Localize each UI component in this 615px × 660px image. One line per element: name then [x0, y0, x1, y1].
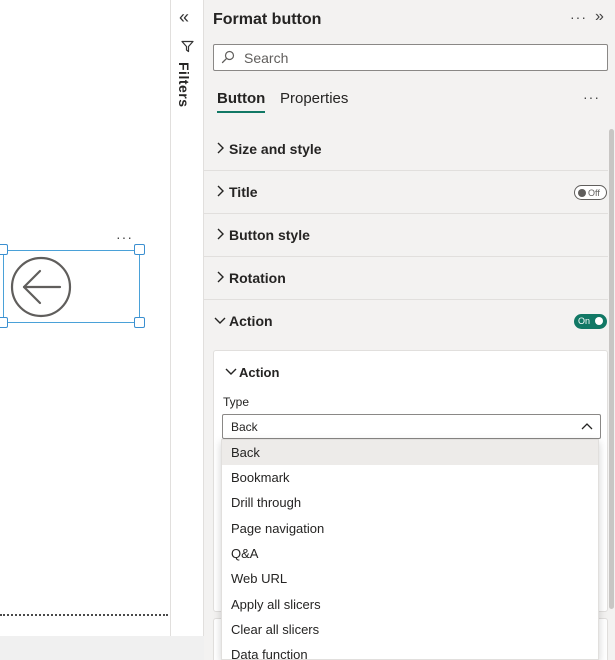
filters-label[interactable]: Filters	[176, 62, 192, 108]
section-title[interactable]: Title Off	[204, 171, 608, 214]
scrollbar[interactable]	[608, 125, 615, 660]
section-label: Size and style	[229, 141, 322, 157]
section-action[interactable]: Action On	[204, 300, 608, 343]
resize-handle-bottom-left[interactable]	[0, 317, 8, 328]
format-pane-more-options[interactable]: ···	[570, 9, 587, 25]
double-chevron-left-icon[interactable]: «	[179, 8, 189, 26]
section-label: Title	[229, 184, 258, 200]
option-qa[interactable]: Q&A	[222, 541, 598, 566]
chevron-right-icon	[217, 185, 224, 197]
option-data-function[interactable]: Data function	[222, 642, 598, 659]
option-back[interactable]: Back	[222, 440, 598, 465]
search-icon	[221, 50, 235, 64]
search-input[interactable]	[213, 44, 608, 71]
resize-handle-bottom-right[interactable]	[134, 317, 145, 328]
section-label: Action	[229, 313, 273, 329]
canvas-page-boundary	[0, 614, 168, 616]
format-pane-title: Format button	[213, 11, 322, 28]
resize-handle-top-left[interactable]	[0, 244, 8, 255]
toggle-text: On	[578, 316, 591, 326]
report-canvas[interactable]: ···	[0, 0, 170, 636]
type-label: Type	[223, 395, 250, 409]
chevron-right-icon	[217, 228, 224, 240]
type-options-list: Back Bookmark Drill through Page navigat…	[221, 439, 599, 660]
toggle-knob	[578, 189, 586, 197]
option-apply-all-slicers[interactable]: Apply all slicers	[222, 592, 598, 617]
toggle-knob	[595, 317, 603, 325]
action-card-title[interactable]: Action	[239, 365, 279, 380]
double-chevron-right-icon[interactable]: »	[595, 8, 604, 26]
option-page-navigation[interactable]: Page navigation	[222, 516, 598, 541]
title-toggle[interactable]: Off	[574, 185, 607, 200]
chevron-down-icon	[214, 317, 226, 324]
section-button-style[interactable]: Button style	[204, 214, 608, 257]
option-clear-all-slicers[interactable]: Clear all slicers	[222, 617, 598, 642]
type-dropdown[interactable]: Back	[222, 414, 601, 439]
section-size-and-style[interactable]: Size and style	[204, 128, 608, 171]
chevron-right-icon	[217, 142, 224, 154]
scrollbar-thumb[interactable]	[609, 129, 614, 609]
resize-handle-top-right[interactable]	[134, 244, 145, 255]
section-label: Rotation	[229, 270, 286, 286]
type-dropdown-value: Back	[231, 420, 258, 434]
chevron-down-icon[interactable]	[225, 368, 237, 376]
option-drill-through[interactable]: Drill through	[222, 490, 598, 515]
back-arrow-circle-icon	[10, 256, 72, 318]
chevron-up-icon	[581, 423, 593, 430]
tab-button[interactable]: Button	[217, 90, 266, 113]
option-bookmark[interactable]: Bookmark	[222, 465, 598, 490]
funnel-icon	[181, 40, 194, 53]
option-web-url[interactable]: Web URL	[222, 566, 598, 591]
chevron-right-icon	[217, 271, 224, 283]
toggle-text: Off	[588, 188, 600, 198]
section-label: Button style	[229, 227, 310, 243]
section-rotation[interactable]: Rotation	[204, 257, 608, 300]
filters-pane: « Filters	[170, 0, 204, 636]
tab-properties[interactable]: Properties	[280, 90, 348, 111]
visual-more-options[interactable]: ···	[116, 229, 133, 245]
tabs-more-options[interactable]: ···	[583, 89, 600, 105]
canvas-bottom-bar	[0, 636, 205, 660]
action-toggle[interactable]: On	[574, 314, 607, 329]
